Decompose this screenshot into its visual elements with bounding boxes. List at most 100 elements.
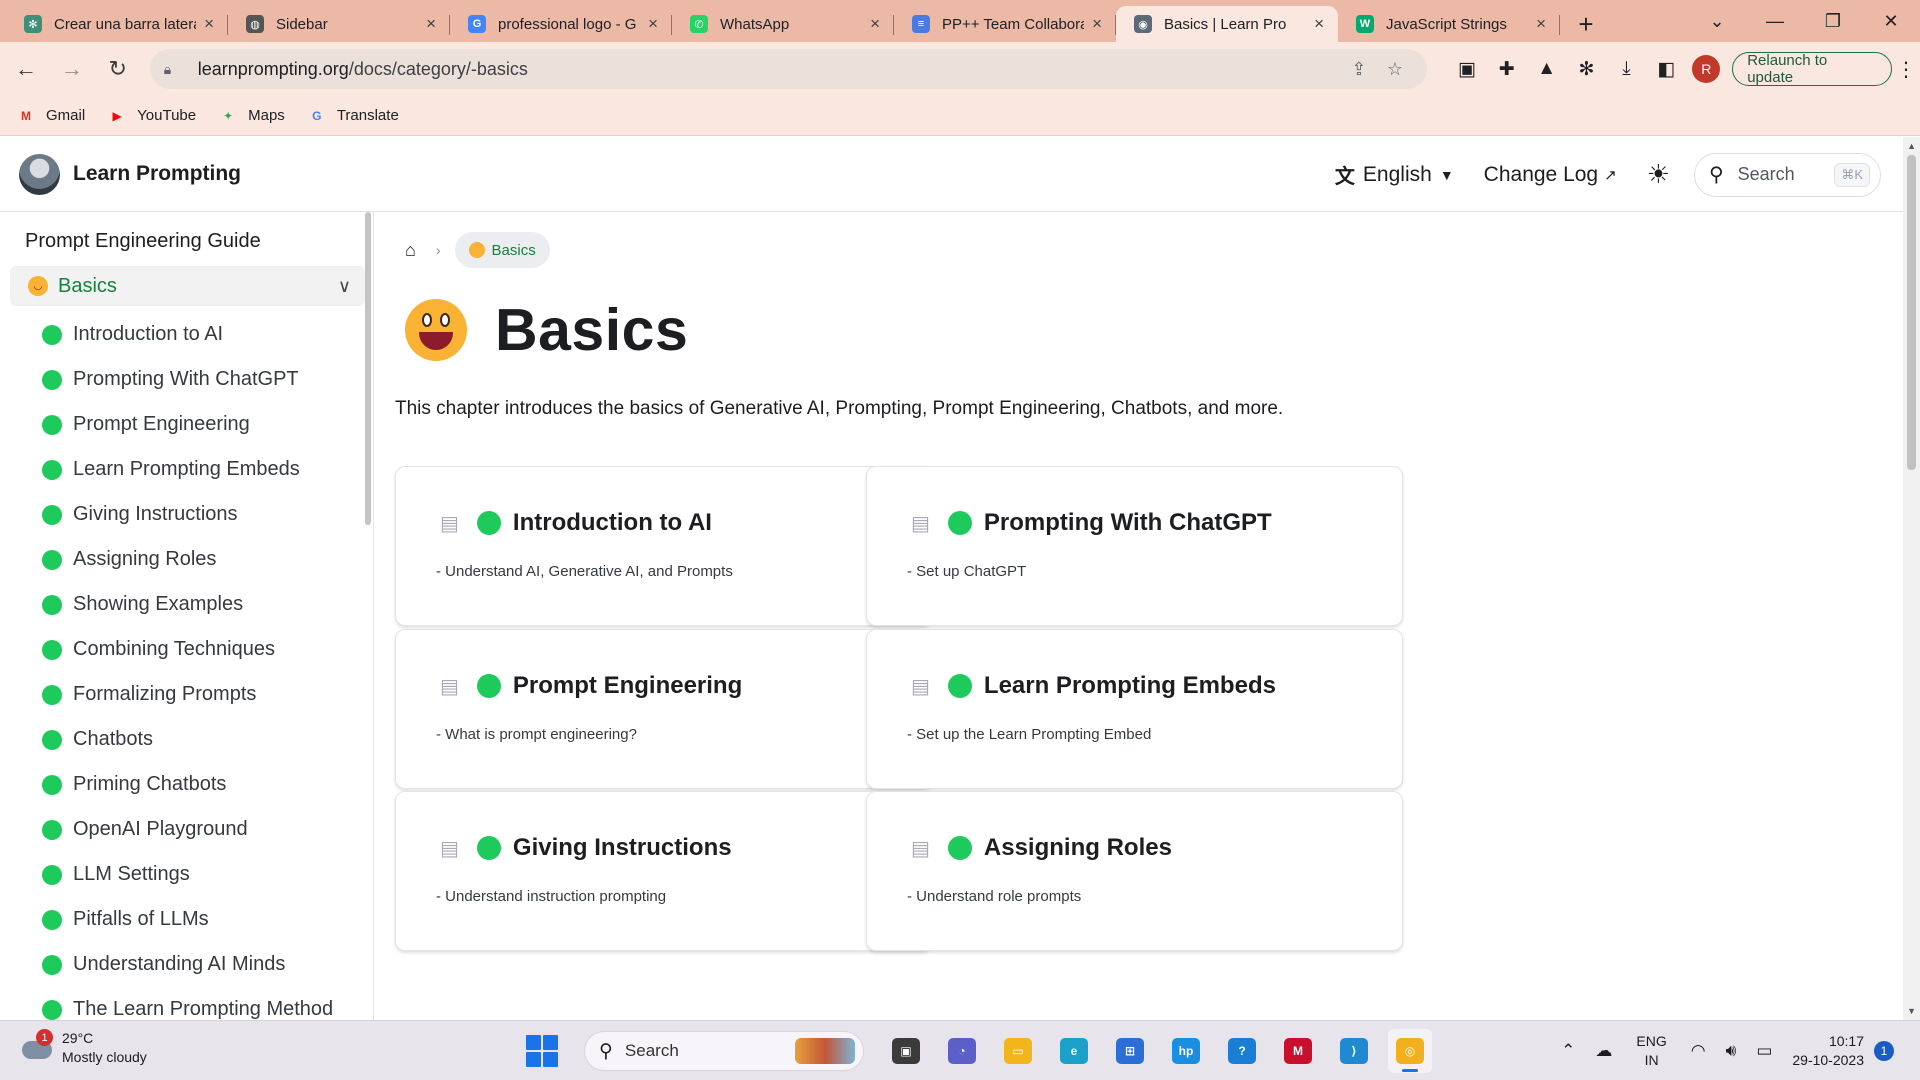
notification-badge[interactable]: 1 xyxy=(1874,1041,1894,1061)
sidebar-item[interactable]: Introduction to AI xyxy=(42,312,333,357)
browser-tab[interactable]: W JavaScript Strings × xyxy=(1338,6,1560,42)
lock-icon[interactable]: 🔒︎ xyxy=(164,61,186,78)
edge-app[interactable]: e xyxy=(1052,1029,1096,1073)
maximize-icon[interactable]: ❐ xyxy=(1804,11,1862,32)
bookmark-maps[interactable]: ✦ Maps xyxy=(218,107,285,124)
onedrive-icon[interactable]: ☁ xyxy=(1595,1041,1612,1061)
weather-widget[interactable]: 1 29°C Mostly cloudy xyxy=(22,1029,147,1067)
browser-menu-icon[interactable]: ⋮ xyxy=(1892,57,1920,82)
close-tab-icon[interactable]: × xyxy=(870,14,880,34)
close-tab-icon[interactable]: × xyxy=(1314,14,1324,34)
sidebar-item[interactable]: Pitfalls of LLMs xyxy=(42,897,333,942)
myhp-app[interactable]: hp xyxy=(1164,1029,1208,1073)
bookmark-gmail[interactable]: M Gmail xyxy=(16,107,85,124)
close-tab-icon[interactable]: × xyxy=(204,14,214,34)
browser-tab[interactable]: ◍ Sidebar × xyxy=(228,6,450,42)
close-tab-icon[interactable]: × xyxy=(1536,14,1546,34)
site-logo[interactable]: Learn Prompting xyxy=(19,153,241,195)
bookmark-translate[interactable]: G Translate xyxy=(307,107,399,124)
extension-f-icon[interactable]: ▣ xyxy=(1447,49,1487,89)
doc-card[interactable]: ▤ Learn Prompting Embeds - Set up the Lear… xyxy=(866,629,1403,789)
sidebar-item[interactable]: OpenAI Playground xyxy=(42,807,333,852)
sidebar-item[interactable]: Formalizing Prompts xyxy=(42,672,333,717)
doc-card[interactable]: ▤ Giving Instructions - Understand instruc… xyxy=(395,791,932,951)
browser-tab[interactable]: ✆ WhatsApp × xyxy=(672,6,894,42)
browser-tab-strip: ✻ Crear una barra lateral × ◍ Sidebar × Gprofe… xyxy=(0,0,1920,42)
bookmark-youtube[interactable]: ▶ YouTube xyxy=(107,107,197,124)
sidebar-item[interactable]: Combining Techniques xyxy=(42,627,333,672)
labs-flask-icon[interactable]: ▲ xyxy=(1527,49,1567,89)
doc-card[interactable]: ▤ Assigning Roles - Understand role prompt… xyxy=(866,791,1403,951)
browser-tab[interactable]: ≡ PP++ Team Collabora × xyxy=(894,6,1116,42)
download-icon[interactable]: ⤓ xyxy=(1606,49,1646,89)
relaunch-button[interactable]: Relaunch to update xyxy=(1732,52,1893,86)
changelog-link[interactable]: Change Log ↗ xyxy=(1484,163,1617,187)
language-dropdown[interactable]: 文 English ▼ xyxy=(1335,160,1454,189)
wifi-icon[interactable]: ◠ xyxy=(1691,1041,1706,1061)
chevron-down-icon[interactable]: ∨ xyxy=(338,276,351,297)
url-text[interactable]: learnprompting.org/docs/category/-basics xyxy=(186,59,1341,80)
reload-button[interactable]: ↻ xyxy=(98,49,138,89)
chatgpt-extension-icon[interactable]: ✻ xyxy=(1567,49,1607,89)
sidebar-title[interactable]: Prompt Engineering Guide xyxy=(25,230,261,253)
close-tab-icon[interactable]: × xyxy=(1092,14,1102,34)
sidebar-item[interactable]: Priming Chatbots xyxy=(42,762,333,807)
browser-tab[interactable]: ◉ Basics | Learn Pro × xyxy=(1116,6,1338,42)
sidebar-item[interactable]: Giving Instructions xyxy=(42,492,333,537)
sidebar-item[interactable]: Chatbots xyxy=(42,717,333,762)
sidebar-item[interactable]: Prompt Engineering xyxy=(42,402,333,447)
sidebar-item[interactable]: Learn Prompting Embeds xyxy=(42,447,333,492)
page-scrollbar-thumb[interactable] xyxy=(1907,155,1916,470)
doc-card[interactable]: ▤ Prompting With ChatGPT - Set up ChatGPT xyxy=(866,466,1403,626)
battery-icon[interactable]: ▭ xyxy=(1756,1041,1772,1061)
store-app[interactable]: ⊞ xyxy=(1108,1029,1152,1073)
sidebar-item[interactable]: Prompting With ChatGPT xyxy=(42,357,333,402)
green-dot-icon xyxy=(42,324,62,345)
scroll-down-icon[interactable]: ▼ xyxy=(1907,1006,1916,1016)
chrome-app[interactable]: ◎ xyxy=(1388,1029,1432,1073)
start-windows-icon[interactable] xyxy=(526,1035,558,1067)
close-tab-icon[interactable]: × xyxy=(426,14,436,34)
sidebar-item[interactable]: Showing Examples xyxy=(42,582,333,627)
doc-card[interactable]: ▤ Introduction to AI - Understand AI, Gene… xyxy=(395,466,932,626)
new-tab-button[interactable]: + xyxy=(1566,6,1606,42)
forward-button[interactable]: → xyxy=(52,49,92,89)
task-view-app[interactable]: ▣ xyxy=(884,1029,928,1073)
language-indicator[interactable]: ENG IN xyxy=(1636,1032,1666,1070)
scroll-up-icon[interactable]: ▲ xyxy=(1907,141,1916,151)
teams-chat-app[interactable]: ◔ xyxy=(940,1029,984,1073)
clock[interactable]: 10:17 29-10-2023 xyxy=(1792,1032,1864,1070)
close-tab-icon[interactable]: × xyxy=(648,14,658,34)
translate-icon: G xyxy=(312,108,322,123)
side-panel-icon[interactable]: ◧ xyxy=(1646,49,1686,89)
taskbar-search[interactable]: ⚲ Search xyxy=(584,1031,864,1071)
sidebar-category-basics[interactable]: ◡ Basics ∨ xyxy=(10,266,365,306)
chevron-up-icon[interactable]: ⌃ xyxy=(1561,1041,1575,1061)
tab-title: Crear una barra lateral xyxy=(54,15,197,33)
home-icon[interactable]: ⌂ xyxy=(405,240,416,261)
vscode-app[interactable]: ⟩ xyxy=(1332,1029,1376,1073)
browser-tab[interactable]: Gprofessional logo - G × xyxy=(450,6,672,42)
sidebar-item[interactable]: Assigning Roles xyxy=(42,537,333,582)
tab-search-icon[interactable]: ⌄ xyxy=(1688,11,1746,32)
sidebar-scrollbar[interactable] xyxy=(365,212,371,525)
profile-avatar[interactable]: R xyxy=(1692,55,1721,83)
help-app[interactable]: ? xyxy=(1220,1029,1264,1073)
bookmark-star-icon[interactable]: ☆ xyxy=(1377,59,1413,80)
doc-card[interactable]: ▤ Prompt Engineering - What is prompt engi… xyxy=(395,629,932,789)
volume-icon[interactable]: 🔊︎ xyxy=(1726,1041,1737,1061)
sidebar-item[interactable]: The Learn Prompting Method xyxy=(42,987,333,1020)
mcafee-app[interactable]: M xyxy=(1276,1029,1320,1073)
share-icon[interactable]: ⇪ xyxy=(1341,59,1377,80)
address-bar[interactable]: 🔒︎ learnprompting.org/docs/category/-bas… xyxy=(149,49,1427,89)
sidebar-item[interactable]: LLM Settings xyxy=(42,852,333,897)
extensions-puzzle-icon[interactable]: ✚ xyxy=(1487,49,1527,89)
minimize-icon[interactable]: — xyxy=(1746,11,1804,32)
theme-toggle-sun-icon[interactable]: ☀ xyxy=(1647,159,1670,190)
site-search-button[interactable]: ⚲ Search ⌘K xyxy=(1694,152,1881,197)
close-window-icon[interactable]: ✕ xyxy=(1862,11,1920,32)
back-button[interactable]: ← xyxy=(6,49,46,89)
browser-tab[interactable]: ✻ Crear una barra lateral × xyxy=(6,6,228,42)
file-explorer-app[interactable]: ▭ xyxy=(996,1029,1040,1073)
sidebar-item[interactable]: Understanding AI Minds xyxy=(42,942,333,987)
